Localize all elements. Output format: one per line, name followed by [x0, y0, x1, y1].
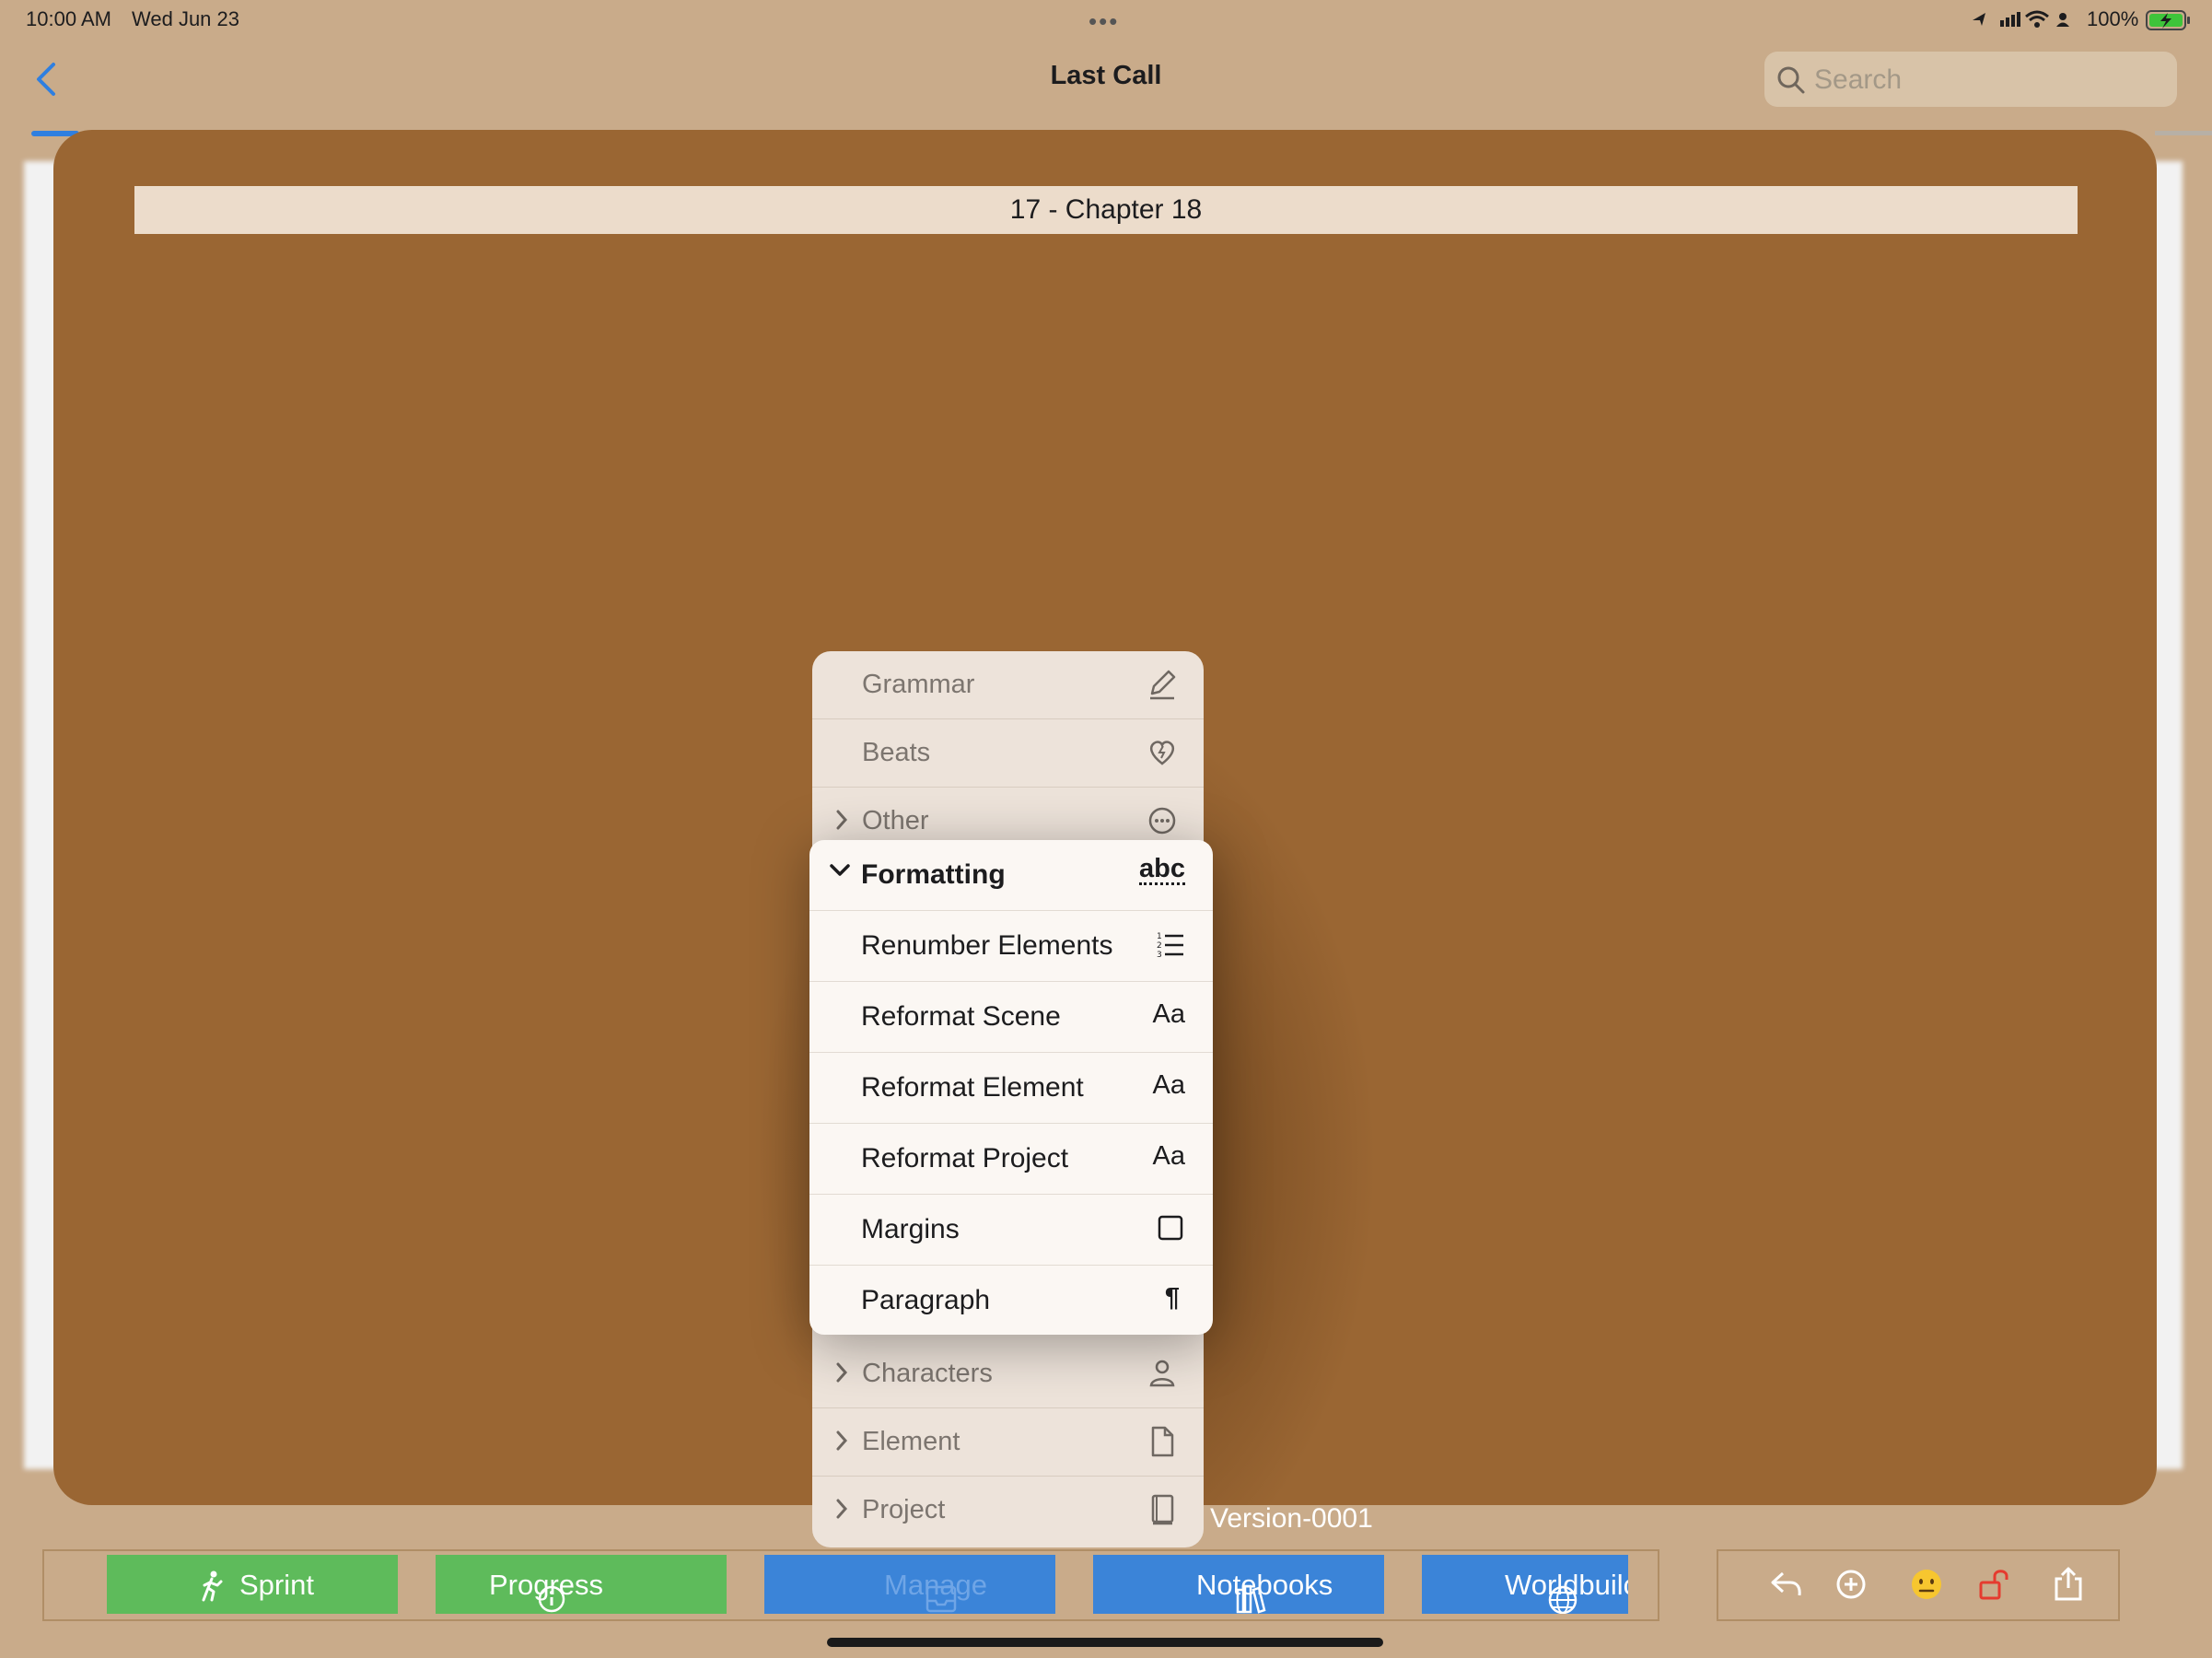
submenu-header-formatting[interactable]: Formatting abc — [809, 840, 1213, 911]
menu-item-beats[interactable]: Beats — [812, 719, 1204, 788]
sprint-button[interactable]: Sprint — [107, 1555, 398, 1614]
spellcheck-abc-icon: abc — [1139, 854, 1185, 885]
menu-item-characters[interactable]: Characters — [812, 1340, 1204, 1408]
svg-text:1: 1 — [1157, 932, 1162, 941]
status-icons — [1971, 7, 2072, 31]
status-date: Wed Jun 23 — [132, 7, 240, 30]
menu-item-project[interactable]: Project — [812, 1477, 1204, 1545]
chevron-right-icon — [834, 1497, 849, 1525]
menu-item-margins[interactable]: Margins — [809, 1195, 1213, 1266]
menu-item-reformat-scene[interactable]: Reformat Scene Aa — [809, 982, 1213, 1053]
signal-wifi-location-icon — [1973, 10, 2069, 28]
book-icon — [1147, 1493, 1178, 1531]
document-icon — [1147, 1425, 1178, 1463]
progress-button[interactable]: Progress — [436, 1555, 727, 1614]
menu-item-grammar[interactable]: Grammar — [812, 651, 1204, 719]
share-icon[interactable] — [2050, 1566, 2087, 1603]
menu-item-paragraph[interactable]: Paragraph ¶ — [809, 1266, 1213, 1335]
text-format-icon: Aa — [1152, 1141, 1185, 1171]
ellipsis-circle-icon — [1147, 804, 1178, 842]
text-format-icon: Aa — [1152, 999, 1185, 1029]
pilcrow-icon: ¶ — [1164, 1283, 1180, 1313]
search-placeholder: Search — [1814, 64, 1903, 95]
chevron-right-icon — [834, 1360, 849, 1389]
neutral-face-emoji-icon[interactable] — [1908, 1566, 1945, 1603]
svg-text:3: 3 — [1157, 951, 1162, 960]
search-icon — [1777, 66, 1805, 94]
heart-bolt-icon — [1147, 736, 1178, 774]
square-icon — [1156, 1212, 1185, 1251]
chevron-right-icon — [834, 1429, 849, 1457]
svg-text:2: 2 — [1157, 941, 1162, 951]
separator-line — [2155, 131, 2212, 135]
menu-item-renumber-elements[interactable]: Renumber Elements 123 — [809, 911, 1213, 982]
multitask-dots-icon[interactable]: ••• — [1089, 7, 1119, 36]
pencil-icon — [1147, 668, 1178, 706]
text-format-icon: Aa — [1152, 1070, 1185, 1100]
home-indicator[interactable] — [827, 1638, 1383, 1647]
undo-arrow-icon[interactable] — [1768, 1566, 1805, 1603]
add-circle-icon[interactable] — [1833, 1566, 1869, 1603]
battery-percent: 100% — [2087, 7, 2139, 30]
unlocked-padlock-icon[interactable] — [1976, 1566, 2013, 1603]
chevron-down-icon — [828, 862, 852, 883]
menu-item-reformat-element[interactable]: Reformat Element Aa — [809, 1053, 1213, 1124]
formatting-submenu: Formatting abc Renumber Elements 123 Ref… — [809, 840, 1213, 1335]
chevron-right-icon — [834, 808, 849, 836]
chapter-title[interactable]: 17 - Chapter 18 — [134, 186, 2078, 234]
battery-icon — [2146, 9, 2192, 31]
menu-item-element[interactable]: Element — [812, 1408, 1204, 1477]
manage-button[interactable]: Manage — [764, 1555, 1055, 1614]
search-field[interactable]: Search — [1764, 52, 2177, 107]
version-label: Version-0001 — [1210, 1503, 1373, 1534]
status-time: 10:00 AM — [26, 7, 111, 30]
person-icon — [1147, 1357, 1178, 1395]
menu-item-reformat-project[interactable]: Reformat Project Aa — [809, 1124, 1213, 1195]
notebooks-button[interactable]: Notebooks — [1093, 1555, 1384, 1614]
worldbuilding-button[interactable]: Worldbuilc — [1422, 1555, 1628, 1614]
numbered-list-icon: 123 — [1156, 928, 1185, 967]
